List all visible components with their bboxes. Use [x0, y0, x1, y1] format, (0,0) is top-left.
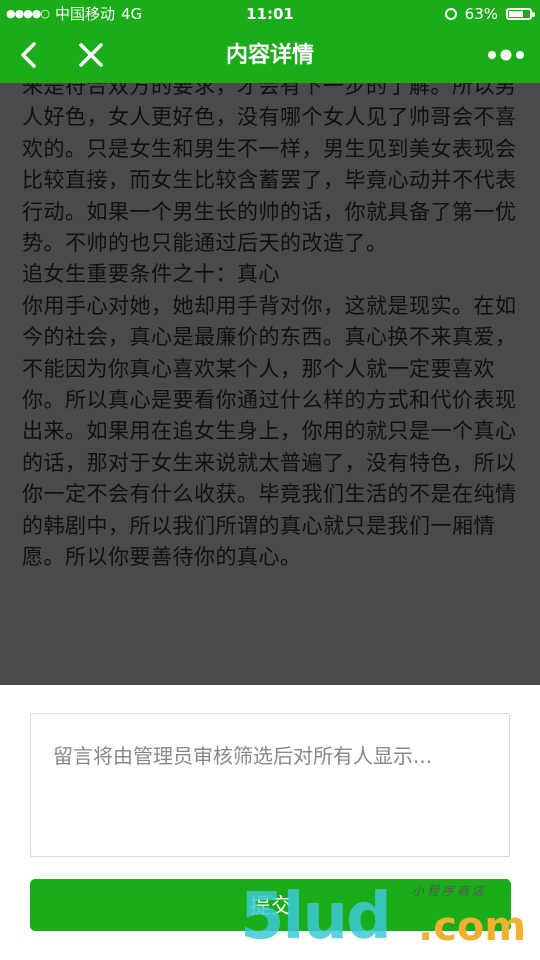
- article-paragraph: 来是符合双方的要求，才会有下一步的了解。所以男人好色，女人更好色，没有哪个女人见…: [22, 83, 517, 256]
- back-button[interactable]: [14, 38, 48, 72]
- article-content: 来是符合双方的要求，才会有下一步的了解。所以男人好色，女人更好色，没有哪个女人见…: [22, 83, 522, 574]
- navigation-bar: 内容详情: [0, 28, 540, 83]
- chevron-left-icon: [21, 42, 36, 68]
- rotation-lock-icon: [444, 8, 457, 20]
- more-dots-icon: [488, 49, 524, 61]
- status-bar: ●●●●○ 中国移动 4G 11:01 63%: [0, 0, 540, 28]
- comment-box: [30, 713, 510, 857]
- close-icon: [79, 43, 103, 67]
- submit-button[interactable]: 提交: [30, 879, 511, 931]
- article-paragraph: 你用手心对她，她却用手背对你，这就是现实。在如今的社会，真心是最廉价的东西。真心…: [22, 293, 517, 570]
- more-button[interactable]: [486, 40, 526, 70]
- dimmed-article-overlay[interactable]: 来是符合双方的要求，才会有下一步的了解。所以男人好色，女人更好色，没有哪个女人见…: [0, 83, 540, 685]
- top-bar: ●●●●○ 中国移动 4G 11:01 63% 内容详情: [0, 0, 540, 83]
- battery-percent: 63%: [464, 5, 498, 23]
- section-heading: 追女生重要条件之十：真心: [22, 262, 280, 287]
- close-button[interactable]: [74, 38, 108, 72]
- comment-input[interactable]: [31, 714, 509, 856]
- comment-sheet: 提交: [0, 685, 540, 960]
- battery-icon: [506, 8, 535, 20]
